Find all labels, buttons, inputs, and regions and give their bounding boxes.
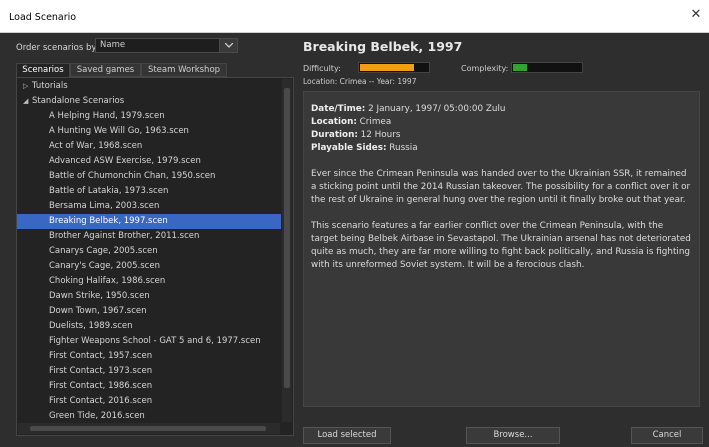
- order-select[interactable]: Name: [95, 38, 238, 53]
- tree-item-label: Dawn Strike, 1950.scen: [49, 291, 150, 301]
- order-label: Order scenarios by:: [16, 43, 99, 53]
- tree-item-label: Act of War, 1968.scen: [49, 141, 143, 151]
- scenario-list-item[interactable]: Breaking Belbek, 1997.scen: [17, 214, 281, 229]
- complexity-fill: [513, 64, 527, 71]
- difficulty-bar: [358, 62, 430, 73]
- tree-item-label: Tutorials: [32, 81, 68, 91]
- scenario-list-item[interactable]: Duelists, 1989.scen: [17, 319, 281, 334]
- location-value: Crimea: [356, 117, 392, 127]
- tree-item-label: Battle of Latakia, 1973.scen: [49, 186, 169, 196]
- vertical-scrollbar[interactable]: [282, 79, 292, 422]
- scenario-list-item[interactable]: Down Town, 1967.scen: [17, 304, 281, 319]
- difficulty-label: Difficulty:: [303, 64, 341, 73]
- tree-item-label: Green Tide, 2016.scen: [49, 411, 145, 421]
- tree-item-label: Standalone Scenarios: [32, 96, 125, 106]
- window-title: Load Scenario: [9, 12, 77, 23]
- scenario-list-item[interactable]: Battle of Chumonchin Chan, 1950.scen: [17, 169, 281, 184]
- sides-label: Playable Sides:: [311, 143, 387, 153]
- collapse-arrow-icon[interactable]: ◢: [23, 94, 32, 109]
- tree-item-label: Breaking Belbek, 1997.scen: [49, 216, 168, 226]
- expand-arrow-icon[interactable]: ▷: [23, 79, 32, 94]
- scenario-list-item[interactable]: First Contact, 2016.scen: [17, 394, 281, 409]
- location-year-line: Location: Crimea -- Year: 1997: [303, 77, 417, 86]
- scenario-list-item[interactable]: Advanced ASW Exercise, 1979.scen: [17, 154, 281, 169]
- sides-value: Russia: [386, 143, 418, 153]
- scenario-list-item[interactable]: Green Tide, 2016.scen: [17, 409, 281, 424]
- scenario-tree: ▷ Tutorials ◢ Standalone Scenarios A Helping…: [16, 77, 294, 436]
- scenario-list-item[interactable]: Choking Halifax, 1986.scen: [17, 274, 281, 289]
- browse-button[interactable]: Browse...: [466, 427, 560, 444]
- tree-item-label: First Contact, 2016.scen: [49, 396, 153, 406]
- tree-item-label: First Contact, 1957.scen: [49, 351, 153, 361]
- datetime-label: Date/Time:: [311, 104, 366, 114]
- dropdown-button[interactable]: [219, 39, 237, 52]
- scenario-list-item[interactable]: First Contact, 1973.scen: [17, 364, 281, 379]
- description-paragraph-1: Ever since the Crimean Peninsula was han…: [311, 169, 691, 205]
- scenario-list-item[interactable]: First Contact, 1957.scen: [17, 349, 281, 364]
- scroll-thumb[interactable]: [284, 88, 290, 388]
- tree-item-label: Fighter Weapons School - GAT 5 and 6, 19…: [49, 336, 261, 346]
- scenario-description: Date/Time: 2 January, 1997/ 05:00:00 Zul…: [303, 91, 700, 407]
- duration-label: Duration:: [311, 130, 358, 140]
- scenario-list-item[interactable]: Battle of Latakia, 1973.scen: [17, 184, 281, 199]
- sides-line: Playable Sides: Russia: [311, 142, 691, 155]
- scenario-list-item[interactable]: Brother Against Brother, 2011.scen: [17, 229, 281, 244]
- tree-node-standalone[interactable]: ◢ Standalone Scenarios: [17, 94, 281, 109]
- scenario-title: Breaking Belbek, 1997: [303, 39, 463, 54]
- description-paragraph-2: This scenario features a far earlier con…: [311, 221, 691, 270]
- scenario-list-item[interactable]: Canary's Cage, 2005.scen: [17, 259, 281, 274]
- tree-item-label: First Contact, 1986.scen: [49, 381, 153, 391]
- order-select-value: Name: [100, 40, 126, 50]
- difficulty-fill: [360, 64, 415, 71]
- tab-scenarios[interactable]: Scenarios: [16, 63, 70, 77]
- duration-line: Duration: 12 Hours: [311, 129, 691, 142]
- tree-item-label: Bersama Lima, 2003.scen: [49, 201, 160, 211]
- scenario-list-item[interactable]: Dawn Strike, 1950.scen: [17, 289, 281, 304]
- tree-item-label: Canarys Cage, 2005.scen: [49, 246, 158, 256]
- tree-item-label: First Contact, 1973.scen: [49, 366, 153, 376]
- tab-saved-games[interactable]: Saved games: [70, 63, 141, 77]
- scenario-list-item[interactable]: Act of War, 1968.scen: [17, 139, 281, 154]
- title-bar: Load Scenario ✕: [0, 0, 709, 33]
- location-line: Location: Crimea: [311, 116, 691, 129]
- scenario-list-item[interactable]: Canarys Cage, 2005.scen: [17, 244, 281, 259]
- load-selected-button[interactable]: Load selected: [303, 427, 391, 444]
- scenario-list-item[interactable]: Fighter Weapons School - GAT 5 and 6, 19…: [17, 334, 281, 349]
- tree-item-label: Duelists, 1989.scen: [49, 321, 133, 331]
- scenario-list-item[interactable]: A Hunting We Will Go, 1963.scen: [17, 124, 281, 139]
- chevron-down-icon: [225, 43, 233, 48]
- load-scenario-window: Order scenarios by: Name Scenarios Saved…: [0, 33, 709, 447]
- complexity-bar: [511, 62, 583, 73]
- horizontal-scrollbar[interactable]: [18, 423, 280, 434]
- scenario-list-item[interactable]: A Helping Hand, 1979.scen: [17, 109, 281, 124]
- scenario-list-item[interactable]: Bersama Lima, 2003.scen: [17, 199, 281, 214]
- tree-item-label: A Hunting We Will Go, 1963.scen: [49, 126, 189, 136]
- tree-item-label: Advanced ASW Exercise, 1979.scen: [49, 156, 201, 166]
- tree-item-label: Brother Against Brother, 2011.scen: [49, 231, 200, 241]
- tree-item-label: A Helping Hand, 1979.scen: [49, 111, 165, 121]
- tree-item-label: Canary's Cage, 2005.scen: [49, 261, 160, 271]
- scroll-thumb[interactable]: [30, 426, 266, 431]
- tree-item-label: Battle of Chumonchin Chan, 1950.scen: [49, 171, 216, 181]
- scenario-list-item[interactable]: First Contact, 1986.scen: [17, 379, 281, 394]
- duration-value: 12 Hours: [357, 130, 401, 140]
- datetime-value: 2 January, 1997/ 05:00:00 Zulu: [365, 104, 506, 114]
- tab-steam-workshop[interactable]: Steam Workshop: [141, 63, 227, 77]
- tree-item-label: Down Town, 1967.scen: [49, 306, 147, 316]
- cancel-button[interactable]: Cancel: [631, 427, 703, 444]
- complexity-label: Complexity:: [461, 64, 509, 73]
- close-icon[interactable]: ✕: [689, 8, 703, 22]
- tree-item-label: Choking Halifax, 1986.scen: [49, 276, 166, 286]
- location-label: Location:: [311, 117, 357, 127]
- datetime-line: Date/Time: 2 January, 1997/ 05:00:00 Zul…: [311, 103, 691, 116]
- tree-node-tutorials[interactable]: ▷ Tutorials: [17, 79, 281, 94]
